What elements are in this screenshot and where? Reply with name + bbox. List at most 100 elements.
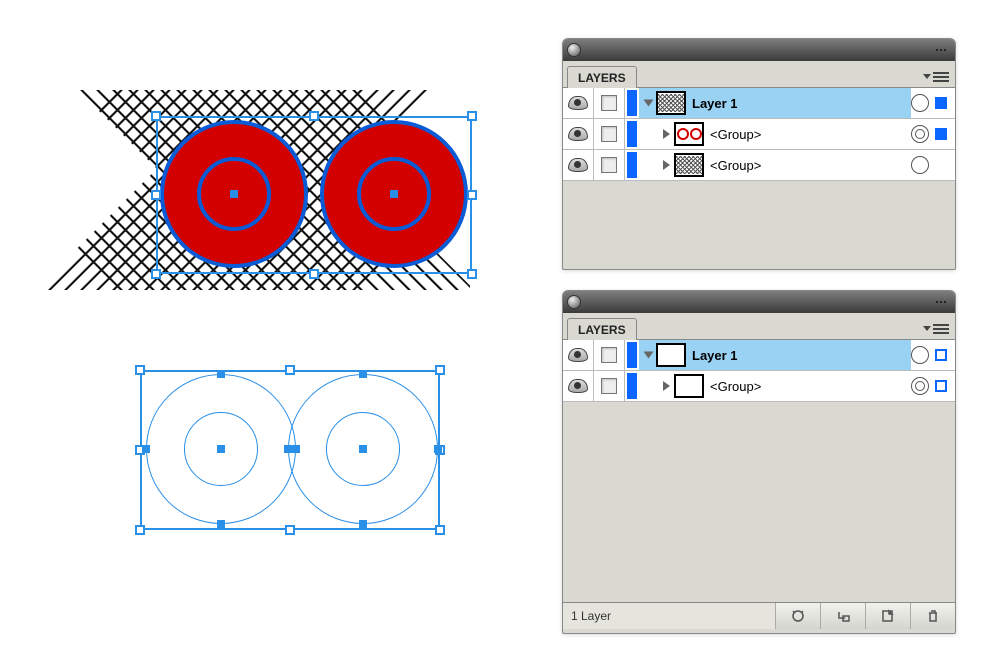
target-icon[interactable] [911,125,929,143]
collapse-grip-icon[interactable] [931,297,951,307]
panel-footer: 1 Layer [563,602,955,629]
tab-layers[interactable]: LAYERS [567,318,637,340]
disclosure-triangle-icon[interactable] [663,160,670,170]
selection-handle[interactable] [309,111,319,121]
target-icon[interactable] [911,94,929,112]
layer-thumbnail [674,122,704,146]
selection-handle[interactable] [135,525,145,535]
selection-indicator[interactable] [935,159,947,171]
selection-indicator[interactable] [935,380,947,392]
layer-name-area[interactable]: <Group> [639,150,911,180]
eye-icon [568,158,588,172]
selection-handle[interactable] [467,111,477,121]
layer-row[interactable]: <Group> [563,119,955,150]
disclosure-triangle-icon[interactable] [644,352,654,359]
selection-handle[interactable] [467,269,477,279]
layer-name-label: <Group> [710,158,761,173]
center-point [230,190,238,198]
disclosure-triangle-icon[interactable] [663,381,670,391]
anchor-point[interactable] [217,370,225,378]
collapse-grip-icon[interactable] [931,45,951,55]
center-point [390,190,398,198]
layer-row[interactable]: <Group> [563,371,955,402]
selection-handle[interactable] [309,269,319,279]
layer-row[interactable]: Layer 1 [563,88,955,119]
selection-handle[interactable] [467,190,477,200]
selection-handle[interactable] [435,525,445,535]
anchor-point[interactable] [284,445,292,453]
close-icon[interactable] [567,43,581,57]
lock-toggle[interactable] [594,119,625,149]
layer-name-label: <Group> [710,127,761,142]
make-clipping-mask-button[interactable] [775,603,820,629]
panel-menu-icon[interactable] [933,323,949,335]
disclosure-triangle-icon[interactable] [663,129,670,139]
visibility-toggle[interactable] [563,119,594,149]
layer-name-area[interactable]: <Group> [639,119,911,149]
layer-color-strip [627,342,637,368]
layer-name-area[interactable]: Layer 1 [639,340,911,370]
selection-handle[interactable] [285,365,295,375]
anchor-point[interactable] [359,520,367,528]
selection-indicator[interactable] [935,128,947,140]
eye-icon [568,96,588,110]
eye-icon [568,348,588,362]
target-icon[interactable] [911,156,929,174]
eye-icon [568,127,588,141]
lock-toggle[interactable] [594,88,625,118]
create-new-layer-button[interactable] [865,603,910,629]
anchor-point[interactable] [217,520,225,528]
anchor-point[interactable] [142,445,150,453]
artwork-crosshatch-rings[interactable] [40,90,470,300]
selection-indicator[interactable] [935,349,947,361]
delete-layer-button[interactable] [910,603,955,629]
layer-thumbnail [674,374,704,398]
layer-color-strip [627,152,637,178]
layers-panel-2[interactable]: LAYERS Layer 1 <Group> [562,290,956,634]
layer-name-label: <Group> [710,379,761,394]
layer-row[interactable]: Layer 1 [563,340,955,371]
disclosure-triangle-icon[interactable] [644,100,654,107]
selection-handle[interactable] [151,269,161,279]
selection-handle[interactable] [151,190,161,200]
visibility-toggle[interactable] [563,150,594,180]
selection-handle[interactable] [435,365,445,375]
tab-layers[interactable]: LAYERS [567,66,637,88]
create-sublayer-button[interactable] [820,603,865,629]
selection-handle[interactable] [135,365,145,375]
layer-name-label: Layer 1 [692,348,738,363]
panel-titlebar[interactable] [563,39,955,61]
artboard-canvas[interactable] [0,0,540,672]
visibility-toggle[interactable] [563,371,594,401]
target-icon[interactable] [911,346,929,364]
layer-count-label: 1 Layer [563,609,681,623]
anchor-point[interactable] [359,370,367,378]
anchor-point[interactable] [434,445,442,453]
layers-panel-1[interactable]: LAYERS Layer 1 <Group> [562,38,956,270]
lock-toggle[interactable] [594,150,625,180]
selection-bounds[interactable] [156,116,472,274]
lock-toggle[interactable] [594,371,625,401]
artwork-outline-selection[interactable] [140,370,440,540]
layer-row[interactable]: <Group> [563,150,955,181]
layer-name-label: Layer 1 [692,96,738,111]
selection-handle[interactable] [151,111,161,121]
center-point [359,445,367,453]
layer-thumbnail [656,343,686,367]
selection-indicator[interactable] [935,97,947,109]
layer-color-strip [627,90,637,116]
layer-name-area[interactable]: <Group> [639,371,911,401]
panel-menu-icon[interactable] [933,71,949,83]
layer-thumbnail [674,153,704,177]
anchor-point[interactable] [292,445,300,453]
layer-name-area[interactable]: Layer 1 [639,88,911,118]
close-icon[interactable] [567,295,581,309]
visibility-toggle[interactable] [563,88,594,118]
target-icon[interactable] [911,377,929,395]
layer-thumbnail [656,91,686,115]
selection-handle[interactable] [285,525,295,535]
lock-toggle[interactable] [594,340,625,370]
layer-color-strip [627,121,637,147]
visibility-toggle[interactable] [563,340,594,370]
panel-titlebar[interactable] [563,291,955,313]
